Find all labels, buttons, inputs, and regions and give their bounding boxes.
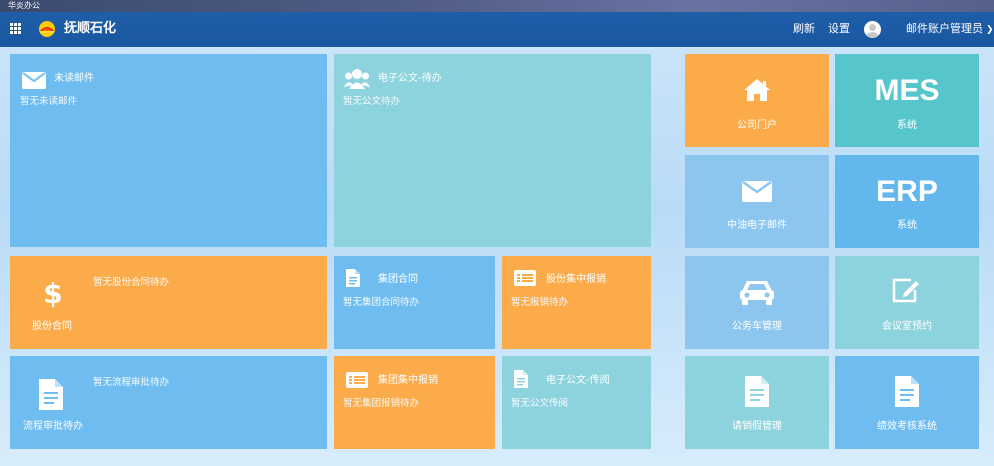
settings-link[interactable]: 设置 (828, 22, 850, 36)
refresh-link[interactable]: 刷新 (793, 22, 815, 36)
home-icon (743, 78, 771, 102)
tile-title: 电子公文-传阅 (546, 375, 610, 386)
document-icon (39, 379, 63, 410)
tile-subtitle: 暂无集团报销待办 (343, 398, 420, 409)
document-icon (895, 376, 919, 407)
document-icon (514, 370, 528, 388)
grid-menu-icon[interactable] (10, 23, 21, 34)
window-titlebar: 华炎办公 (0, 0, 994, 12)
list-icon (346, 372, 368, 388)
users-icon (344, 68, 370, 90)
tile-subtitle: 暂无公文待办 (343, 96, 401, 107)
app-label: 会议室预约 (882, 321, 932, 332)
app-big-label: ERP (876, 175, 938, 208)
tile-group-expense[interactable]: 集团集中报销 暂无集团报销待办 (334, 356, 495, 449)
app-label: 绩效考核系统 (877, 421, 937, 432)
top-navigation-bar: 抚顺石化 刷新 设置 邮件账户管理员 ❯ (0, 12, 994, 47)
app-label: 公务车管理 (732, 321, 782, 332)
tile-unread-mail[interactable]: 未读邮件 暂无未读邮件 (10, 54, 327, 247)
dollar-icon: $ (44, 276, 62, 308)
app-big-label: MES (874, 74, 940, 107)
list-icon (514, 270, 536, 286)
app-tile-mes[interactable]: MES 系统 (835, 54, 979, 147)
document-icon (346, 269, 360, 287)
petrochina-logo (38, 20, 56, 38)
tile-doc-circulate[interactable]: 电子公文-传阅 暂无公文传阅 (502, 356, 651, 449)
document-icon (745, 376, 769, 407)
app-tile-mail[interactable]: 中油电子邮件 (685, 155, 829, 248)
tile-subtitle: 暂无公文传阅 (511, 398, 569, 409)
tile-subtitle: 暂无流程审批待办 (93, 377, 170, 388)
app-tile-erp[interactable]: ERP 系统 (835, 155, 979, 248)
app-tile-meeting[interactable]: 会议室预约 (835, 256, 979, 349)
app-tile-performance[interactable]: 绩效考核系统 (835, 356, 979, 449)
svg-text:$: $ (44, 277, 62, 308)
tile-share-expense[interactable]: 股份集中报销 暂无报销待办 (502, 256, 651, 349)
tile-label: 股份合同 (32, 321, 72, 332)
tile-title: 电子公文-待办 (378, 73, 442, 84)
app-tile-leave[interactable]: 请销假管理 (685, 356, 829, 449)
tile-group-contract[interactable]: 集团合同 暂无集团合同待办 (334, 256, 495, 349)
tile-subtitle: 暂无集团合同待办 (343, 297, 420, 308)
app-label: 请销假管理 (732, 421, 782, 432)
tile-doc-pending[interactable]: 电子公文-待办 暂无公文待办 (334, 54, 651, 247)
app-label: 系统 (897, 120, 917, 131)
app-label: 公司门户 (737, 120, 777, 131)
chevron-down-icon: ❯ (986, 25, 994, 35)
tile-label: 流程审批待办 (23, 421, 83, 432)
window-title: 华炎办公 (8, 1, 40, 10)
user-menu[interactable]: 邮件账户管理员 ❯ (906, 22, 994, 37)
tile-subtitle: 暂无未读邮件 (20, 96, 78, 107)
tile-workflow-approval[interactable]: 暂无流程审批待办 流程审批待办 (10, 356, 327, 449)
tile-subtitle: 暂无股份合同待办 (93, 277, 170, 288)
user-avatar[interactable] (864, 21, 881, 38)
tile-title: 未读邮件 (54, 73, 94, 84)
tile-share-contract[interactable]: $ 暂无股份合同待办 股份合同 (10, 256, 327, 349)
app-tile-car[interactable]: 公务车管理 (685, 256, 829, 349)
edit-icon (891, 276, 921, 304)
app-tile-portal[interactable]: 公司门户 (685, 54, 829, 147)
envelope-icon (22, 72, 46, 89)
envelope-icon (742, 181, 772, 202)
tile-title: 股份集中报销 (546, 274, 606, 285)
tile-title: 集团集中报销 (378, 375, 438, 386)
tile-title: 集团合同 (378, 274, 418, 285)
app-label: 系统 (897, 220, 917, 231)
tile-subtitle: 暂无报销待办 (511, 297, 569, 308)
brand-name: 抚顺石化 (64, 21, 117, 36)
user-name: 邮件账户管理员 (906, 22, 983, 35)
app-label: 中油电子邮件 (727, 220, 787, 231)
car-icon (739, 278, 775, 306)
